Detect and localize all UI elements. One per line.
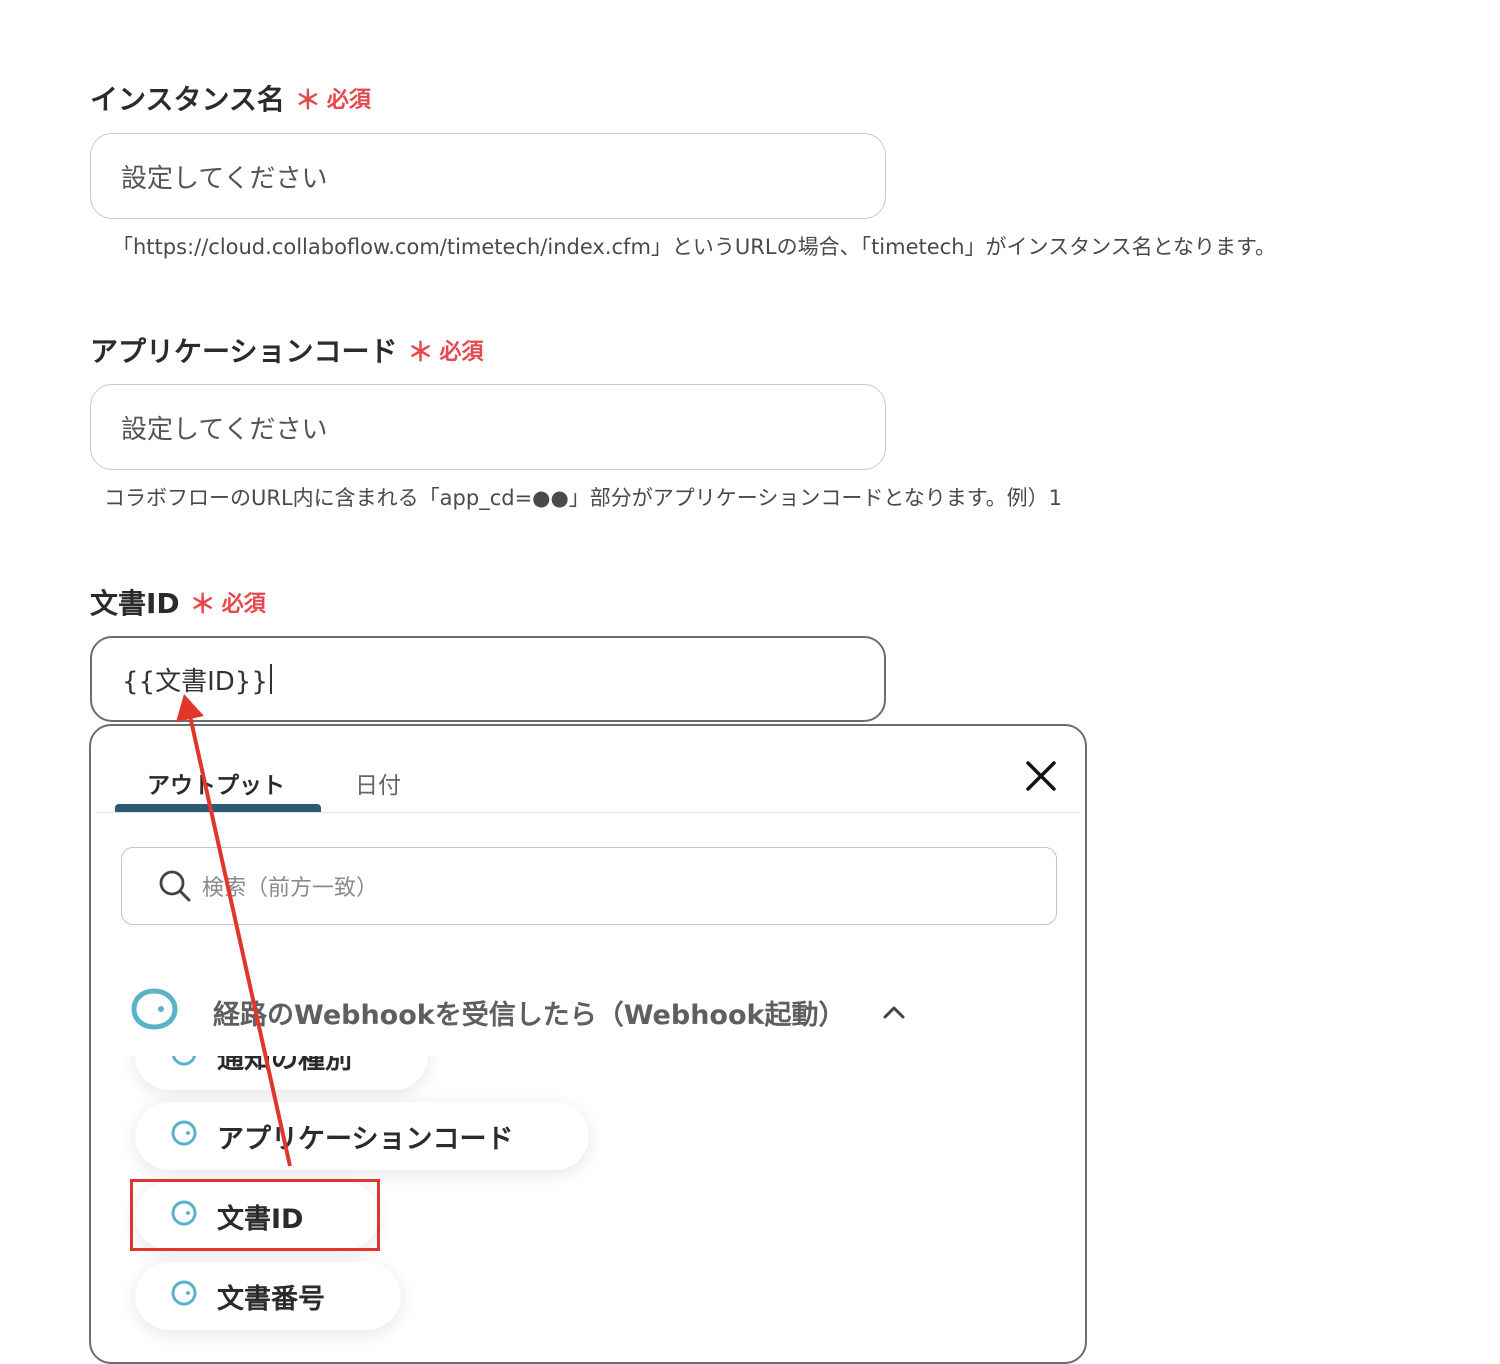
field-label-text: アプリケーションコード [90,335,398,368]
output-item-icon [169,1118,199,1155]
chevron-up-icon[interactable] [881,997,907,1028]
instance-name-placeholder: 設定してください [121,163,328,194]
output-item-document-number[interactable]: 文書番号 [135,1262,401,1330]
output-item-icon [169,1198,199,1235]
application-code-help: コラボフローのURL内に含まれる「app_cd=●●」部分がアプリケーションコー… [104,486,1063,510]
required-asterisk: ＊ [189,589,216,620]
field-label-text: インスタンス名 [90,83,285,116]
application-code-placeholder: 設定してください [121,414,328,445]
field-label-text: 文書ID [90,587,180,620]
text-caret [269,664,272,694]
required-badge: 必須 [326,88,371,113]
output-group-header[interactable]: 経路のWebhookを受信したら（Webhook起動） [129,984,907,1040]
output-item-application-code[interactable]: アプリケーションコード [135,1102,590,1170]
close-icon [1026,761,1056,791]
required-badge: 必須 [439,340,484,365]
output-item-icon [169,1278,199,1315]
field-label-instance-name: インスタンス名 ＊ 必須 [90,78,371,118]
output-item-label: 文書番号 [217,1283,325,1315]
required-badge: 必須 [221,592,266,617]
required-asterisk: ＊ [407,337,434,368]
application-code-input[interactable]: 設定してください [90,384,886,470]
output-picker-panel: アウトプット 日付 検索（前方一致） 通知の種別 経路のWebhookを受信した… [89,724,1087,1364]
output-group-title: 経路のWebhookを受信したら（Webhook起動） [213,999,846,1031]
document-id-value: {{文書ID}} [122,666,268,697]
tab-divider [97,812,1081,813]
document-id-input[interactable]: {{文書ID}} [90,636,886,722]
output-item-label: 文書ID [217,1203,304,1235]
search-placeholder: 検索（前方一致） [202,876,379,901]
search-icon [159,870,191,902]
tab-date[interactable]: 日付 [355,766,401,800]
required-asterisk: ＊ [294,85,321,116]
field-label-document-id: 文書ID ＊ 必須 [90,582,266,622]
output-item-label: アプリケーションコード [217,1123,514,1155]
output-item-document-id[interactable]: 文書ID [135,1182,380,1250]
tab-output[interactable]: アウトプット [147,766,285,800]
active-tab-indicator [115,804,321,812]
close-button[interactable] [1021,756,1061,796]
webhook-trigger-icon [129,986,179,1039]
search-input[interactable]: 検索（前方一致） [121,847,1057,925]
instance-name-help: 「https://cloud.collaboflow.com/timetech/… [112,235,1276,259]
instance-name-input[interactable]: 設定してください [90,133,886,219]
field-label-application-code: アプリケーションコード ＊ 必須 [90,330,483,370]
